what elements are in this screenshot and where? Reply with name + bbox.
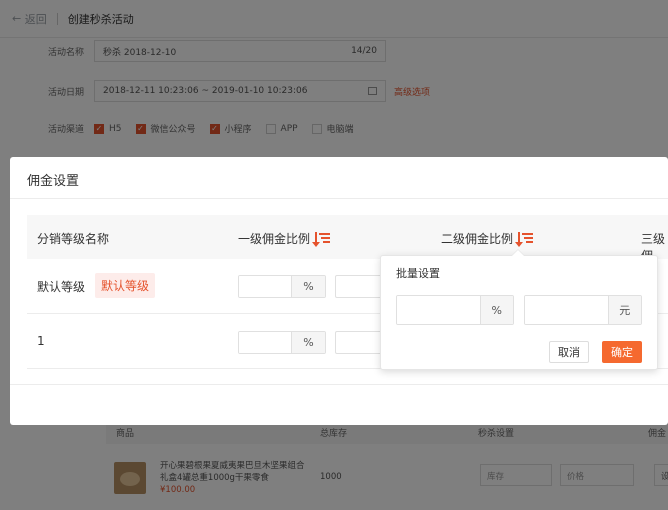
level1-rate-input[interactable]: %	[238, 331, 326, 354]
rate-input-field[interactable]	[239, 276, 291, 297]
batch-percent-field[interactable]	[397, 296, 480, 324]
col-level1-rate: 一级佣金比例	[238, 230, 331, 247]
col-level2-rate: 二级佣金比例	[441, 230, 534, 247]
level-name: 1	[37, 334, 45, 348]
batch-yuan-field[interactable]	[525, 296, 608, 324]
popover-title: 批量设置	[396, 267, 440, 280]
divider	[10, 198, 668, 199]
col-level-name: 分销等级名称	[37, 230, 109, 247]
col-level2-label: 二级佣金比例	[441, 232, 514, 246]
percent-suffix: %	[479, 296, 513, 324]
percent-suffix: %	[291, 276, 325, 297]
divider	[10, 384, 668, 385]
level1-rate-input[interactable]: %	[238, 275, 326, 298]
cancel-button[interactable]: 取消	[549, 341, 589, 363]
dialog-title: 佣金设置	[27, 174, 80, 189]
batch-percent-input[interactable]: %	[396, 295, 514, 325]
commission-table-header: 分销等级名称 一级佣金比例 二级佣金比例 三级佣	[27, 215, 668, 263]
col-level-name-label: 分销等级名称	[37, 232, 110, 246]
confirm-button[interactable]: 确定	[602, 341, 642, 363]
batch-yuan-input[interactable]: 元	[524, 295, 642, 325]
batch-sort-icon[interactable]	[515, 231, 534, 247]
batch-sort-icon[interactable]	[312, 231, 331, 247]
level-name: 默认等级	[37, 280, 86, 294]
batch-settings-popover: 批量设置 % 元 取消 确定	[380, 249, 658, 370]
yuan-suffix: 元	[607, 296, 641, 324]
rate-input-field[interactable]	[239, 332, 291, 353]
default-level-tag: 默认等级	[95, 273, 156, 298]
percent-suffix: %	[291, 332, 325, 353]
col-level1-label: 一级佣金比例	[238, 232, 311, 246]
